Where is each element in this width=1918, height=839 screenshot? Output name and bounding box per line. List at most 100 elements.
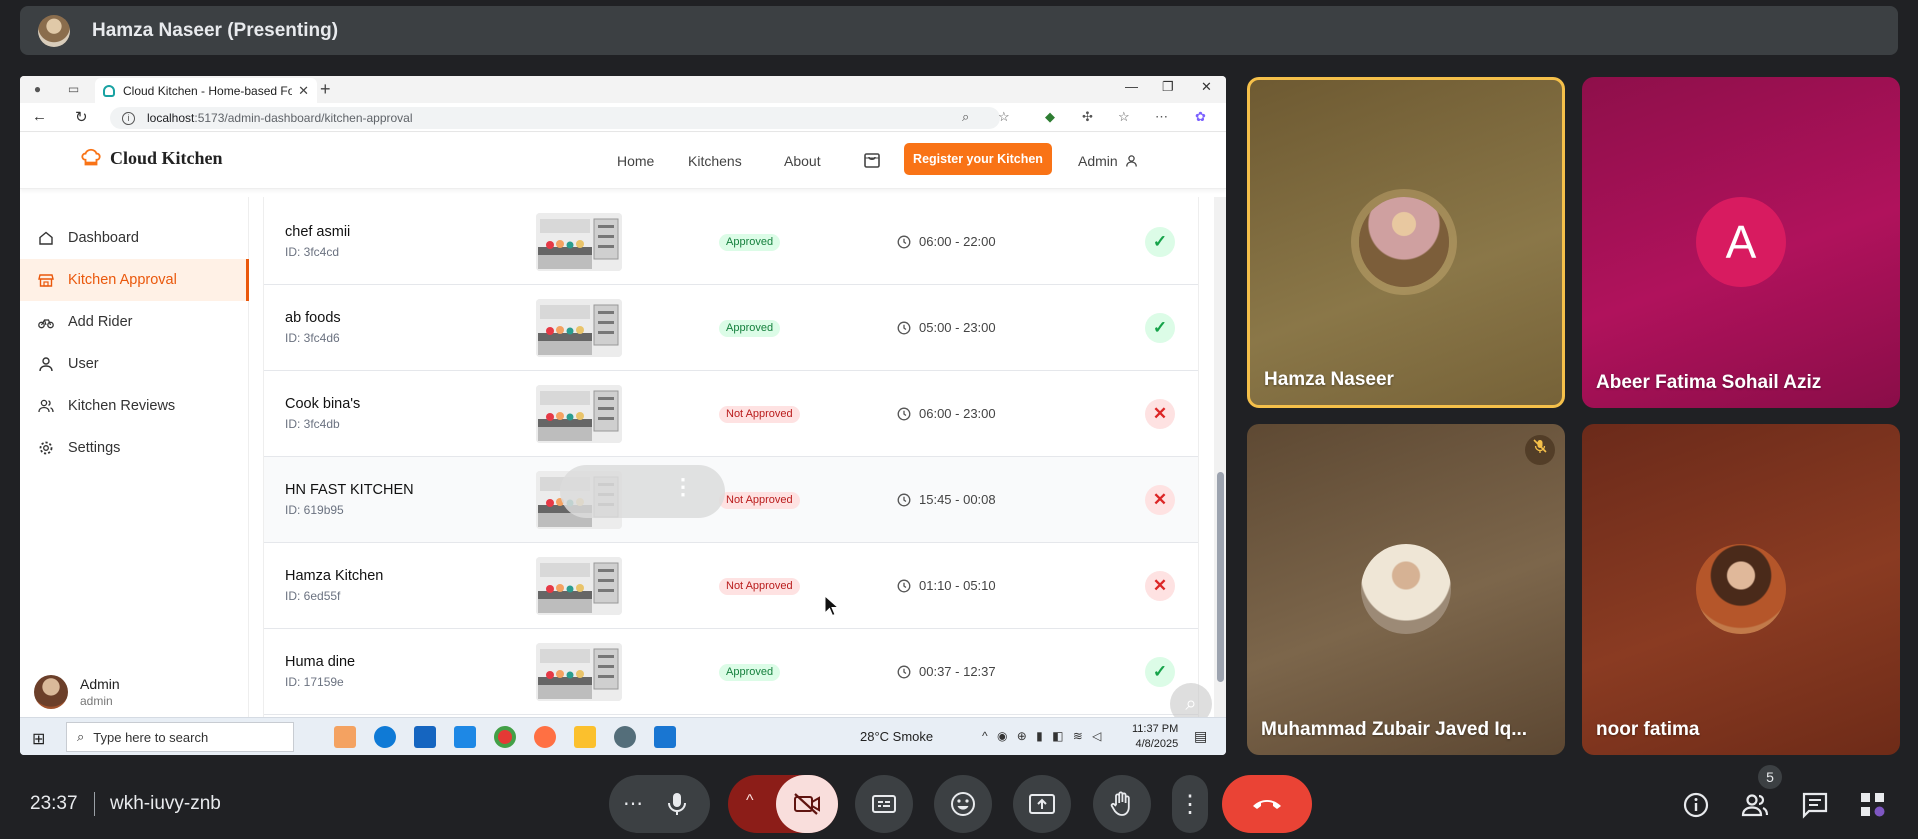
admin-menu[interactable]: Admin <box>1078 153 1137 169</box>
copilot-icon[interactable]: ✿ <box>1195 109 1206 125</box>
sidebar-item-kitchen-reviews[interactable]: Kitchen Reviews <box>20 385 249 427</box>
restore-icon[interactable]: ❐ <box>1162 79 1174 95</box>
favorites-icon[interactable]: ☆ <box>1118 109 1130 125</box>
reactions-button[interactable] <box>934 775 992 833</box>
copilot-app-icon[interactable] <box>334 726 356 748</box>
page-scrollbar[interactable] <box>1214 197 1226 717</box>
meeting-info-icon[interactable] <box>1681 790 1711 820</box>
system-tray[interactable]: ^ ◉ ⊕ ▮ ◧ ≋ ◁ <box>982 729 1104 743</box>
status-badge: Not Approved <box>719 578 800 595</box>
kitchen-image <box>536 385 622 443</box>
close-window-icon[interactable]: ✕ <box>1201 79 1212 95</box>
participant-tile[interactable]: Hamza Naseer <box>1247 77 1565 408</box>
approve-button[interactable]: ✓ <box>1145 313 1175 343</box>
chrome-app-icon[interactable] <box>494 726 516 748</box>
taskbar-clock[interactable]: 11:37 PM 4/8/2025 <box>1132 722 1178 752</box>
kitchen-hours: 06:00 - 23:00 <box>897 406 996 421</box>
sidebar-item-user[interactable]: User <box>20 343 249 385</box>
muted-mic-icon <box>1525 435 1555 465</box>
reject-button[interactable]: ✕ <box>1145 485 1175 515</box>
nav-home-link[interactable]: Home <box>617 153 654 169</box>
captions-button[interactable] <box>855 775 913 833</box>
kitchen-hours: 00:37 - 12:37 <box>897 664 996 679</box>
notification-icon[interactable]: ▤ <box>1194 728 1207 745</box>
presentation-overlay-pill[interactable] <box>560 465 725 518</box>
extensions-puzzle-icon[interactable]: ✣ <box>1082 109 1093 125</box>
sidebar-user-name: Admin <box>80 676 120 692</box>
kitchen-name: Cook bina's <box>285 396 361 412</box>
sidebar-user[interactable]: Admin admin <box>34 675 120 709</box>
people-icon[interactable] <box>1740 790 1770 820</box>
leave-call-button[interactable] <box>1222 775 1312 833</box>
more-menu-icon[interactable]: ⋯ <box>1155 109 1168 125</box>
file-explorer-icon[interactable] <box>574 726 596 748</box>
mail-app-icon[interactable] <box>454 726 476 748</box>
taskbar-time: 11:37 PM <box>1132 723 1179 735</box>
firefox-app-icon[interactable] <box>534 726 556 748</box>
raise-hand-button[interactable] <box>1093 775 1151 833</box>
audio-options-icon[interactable]: ⋯ <box>623 791 643 816</box>
kitchen-approval-table: chef asmii ID: 3fc4cd Approved 06:00 - 2… <box>263 197 1199 717</box>
sidebar-item-kitchen-approval[interactable]: Kitchen Approval <box>20 259 249 301</box>
url-path: :5173/admin-dashboard/kitchen-approval <box>194 111 413 125</box>
profile-icon[interactable]: ● <box>30 82 45 96</box>
captions-icon <box>872 795 896 813</box>
sidebar-item-label: Add Rider <box>68 314 133 330</box>
scrollbar-thumb[interactable] <box>1217 472 1224 682</box>
back-icon[interactable]: ← <box>32 108 47 125</box>
camera-control: ^ <box>728 775 838 833</box>
more-options-button[interactable]: ⋮ <box>1172 775 1208 833</box>
reload-icon[interactable]: ↻ <box>75 108 88 126</box>
shopping-bag-icon[interactable] <box>862 149 882 169</box>
sidebar-user-role: admin <box>80 694 113 708</box>
browser-tab[interactable]: Cloud Kitchen - Home-based Foo ✕ <box>95 78 317 103</box>
participant-initial-avatar: A <box>1696 197 1786 287</box>
browser-tab-bar: ● ▭ Cloud Kitchen - Home-based Foo ✕ + —… <box>20 76 1226 103</box>
approve-button[interactable]: ✓ <box>1145 227 1175 257</box>
participant-tile[interactable]: Muhammad Zubair Javed Iq... <box>1247 424 1565 755</box>
reject-button[interactable]: ✕ <box>1145 571 1175 601</box>
kitchen-image <box>536 643 622 701</box>
store-app-icon[interactable] <box>414 726 436 748</box>
hours-text: 01:10 - 05:10 <box>919 578 996 593</box>
camera-off-button[interactable] <box>776 775 838 833</box>
vscode-app-icon[interactable] <box>654 726 676 748</box>
participant-tile[interactable]: A Abeer Fatima Sohail Aziz <box>1582 77 1900 408</box>
meeting-code[interactable]: wkh-iuvy-znb <box>110 793 221 815</box>
new-tab-icon[interactable]: + <box>320 79 331 100</box>
user-icon <box>1125 155 1137 167</box>
extension-icon[interactable]: ◆ <box>1045 109 1055 125</box>
participant-tile[interactable]: noor fatima <box>1582 424 1900 755</box>
settings-app-icon[interactable] <box>614 726 636 748</box>
sidebar-item-dashboard[interactable]: Dashboard <box>20 217 249 259</box>
url-input[interactable]: i localhost:5173/admin-dashboard/kitchen… <box>110 107 1000 129</box>
brand-logo[interactable]: Cloud Kitchen <box>80 147 223 169</box>
chat-icon[interactable] <box>1800 790 1830 820</box>
nav-kitchens-link[interactable]: Kitchens <box>688 153 742 169</box>
approve-button[interactable]: ✓ <box>1145 657 1175 687</box>
favorite-star-icon[interactable]: ☆ <box>998 109 1010 125</box>
nav-about-link[interactable]: About <box>784 153 821 169</box>
clock-icon <box>897 321 911 334</box>
close-tab-icon[interactable]: ✕ <box>298 83 309 99</box>
present-screen-button[interactable] <box>1013 775 1071 833</box>
taskbar-search[interactable]: ⌕ Type here to search <box>66 722 294 752</box>
register-kitchen-button[interactable]: Register your Kitchen <box>904 143 1052 175</box>
sidebar-item-add-rider[interactable]: Add Rider <box>20 301 249 343</box>
overlay-more-icon[interactable]: ⋮ <box>672 474 694 500</box>
edge-app-icon[interactable] <box>374 726 396 748</box>
windows-start-icon[interactable]: ⊞ <box>32 729 45 749</box>
read-aloud-icon[interactable]: ⌕ <box>962 109 969 125</box>
weather-widget[interactable]: 28°C Smoke <box>860 729 933 744</box>
microphone-icon[interactable] <box>666 792 688 816</box>
raise-hand-icon <box>1110 791 1130 816</box>
tab-actions-icon[interactable]: ▭ <box>66 82 81 96</box>
chevron-up-icon[interactable]: ^ <box>746 792 754 810</box>
activities-icon[interactable] <box>1858 790 1888 820</box>
sidebar-item-settings[interactable]: Settings <box>20 427 249 469</box>
store-icon <box>38 274 54 287</box>
kitchen-id: ID: 3fc4d6 <box>285 331 340 345</box>
minimize-icon[interactable]: — <box>1125 79 1138 94</box>
reject-button[interactable]: ✕ <box>1145 399 1175 429</box>
site-info-icon[interactable]: i <box>122 111 135 125</box>
